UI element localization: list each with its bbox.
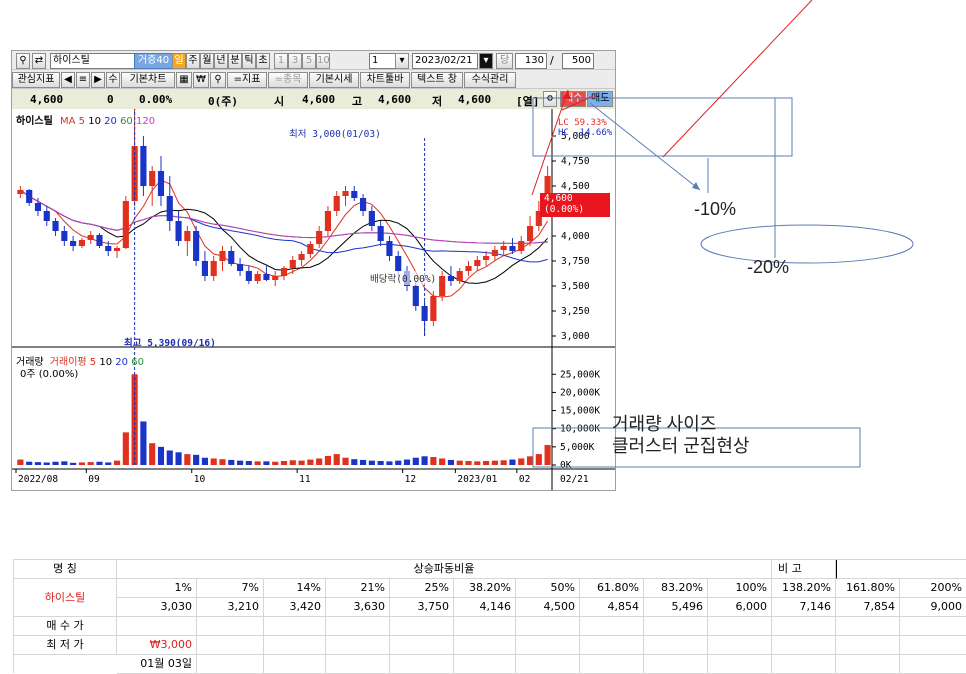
ratio-cell[interactable]: 7%	[197, 579, 264, 598]
header-ratio-cell[interactable]: 상승파동비율	[117, 560, 772, 579]
price-cell[interactable]: 5,496	[644, 598, 708, 617]
ratio-cell[interactable]: 138.20%	[772, 579, 836, 598]
ratio-cell[interactable]: 1%	[117, 579, 197, 598]
price-cell[interactable]: 3,420	[264, 598, 326, 617]
empty-cell[interactable]	[516, 617, 580, 636]
ratio-cell[interactable]: 50%	[516, 579, 580, 598]
ratio-cell[interactable]: 200%	[900, 579, 966, 598]
empty-cell[interactable]	[454, 617, 516, 636]
empty-cell[interactable]	[580, 617, 644, 636]
empty-cell[interactable]	[264, 617, 326, 636]
empty-cell[interactable]	[390, 636, 454, 655]
empty-cell[interactable]	[197, 636, 264, 655]
price-cell[interactable]: 7,854	[836, 598, 900, 617]
arrow-to-minus10	[589, 102, 701, 191]
low-price-label-cell[interactable]: 최 저 가	[14, 636, 117, 655]
empty-cell[interactable]	[580, 636, 644, 655]
empty-cell[interactable]	[516, 655, 580, 674]
empty-cell[interactable]	[326, 636, 390, 655]
empty-cell[interactable]	[644, 617, 708, 636]
volume-note-line2: 클러스터 군집현상	[612, 436, 750, 456]
red-arrowhead-1	[562, 90, 571, 99]
ratio-cell[interactable]: 38.20%	[454, 579, 516, 598]
empty-cell[interactable]	[454, 636, 516, 655]
empty-cell[interactable]	[390, 655, 454, 674]
ratio-table: 명 칭 상승파동비율 비 고하이스틸 1% 3,030 7% 3,210 14% 3,420 21…	[13, 559, 966, 674]
price-cell[interactable]: 6,000	[708, 598, 772, 617]
empty-cell[interactable]	[644, 655, 708, 674]
price-cell[interactable]: 3,630	[326, 598, 390, 617]
level-ellipse	[700, 224, 914, 264]
empty-cell[interactable]	[708, 636, 772, 655]
ratio-cell[interactable]: 83.20%	[644, 579, 708, 598]
empty-cell[interactable]	[836, 617, 900, 636]
empty-cell[interactable]	[772, 636, 836, 655]
empty-cell[interactable]	[900, 655, 966, 674]
red-arrow-2	[662, 0, 813, 158]
minus20-label: -20%	[747, 257, 790, 277]
empty-cell[interactable]	[516, 636, 580, 655]
price-cell[interactable]: 4,500	[516, 598, 580, 617]
red-arrow-1	[531, 89, 569, 196]
empty-cell[interactable]	[580, 655, 644, 674]
empty-cell[interactable]	[836, 636, 900, 655]
stock-name-cell[interactable]: 하이스틸	[14, 579, 117, 617]
ratio-cell[interactable]: 161.80%	[836, 579, 900, 598]
price-cell[interactable]: 7,146	[772, 598, 836, 617]
empty-cell[interactable]	[772, 617, 836, 636]
volume-note-line1: 거래량 사이즈	[612, 414, 717, 434]
arrowhead-minus10	[692, 182, 700, 190]
price-cell[interactable]: 4,854	[580, 598, 644, 617]
empty-cell[interactable]	[390, 617, 454, 636]
price-cell[interactable]: 3,210	[197, 598, 264, 617]
price-cell[interactable]: 3,750	[390, 598, 454, 617]
empty-cell[interactable]	[900, 636, 966, 655]
price-cell[interactable]: 9,000	[900, 598, 966, 617]
price-cell[interactable]: 3,030	[117, 598, 197, 617]
low-date-cell[interactable]: 01월 03일	[117, 655, 197, 674]
empty-cell[interactable]	[644, 636, 708, 655]
volume-cluster-note: 거래량 사이즈 클러스터 군집현상	[612, 413, 749, 457]
ratio-cell[interactable]: 14%	[264, 579, 326, 598]
header-note-cell[interactable]: 비 고	[772, 560, 836, 579]
empty-cell[interactable]	[264, 655, 326, 674]
empty-cell[interactable]	[836, 655, 900, 674]
ratio-cell[interactable]: 25%	[390, 579, 454, 598]
empty-cell[interactable]	[197, 655, 264, 674]
empty-cell[interactable]	[326, 617, 390, 636]
empty-cell[interactable]	[708, 655, 772, 674]
empty-cell[interactable]	[197, 617, 264, 636]
empty-cell[interactable]	[708, 617, 772, 636]
empty-cell[interactable]	[772, 655, 836, 674]
level-box	[532, 97, 793, 157]
buy-price-label-cell[interactable]: 매 수 가	[14, 617, 117, 636]
ratio-cell[interactable]: 21%	[326, 579, 390, 598]
minus10-label: -10%	[694, 199, 737, 219]
price-cell[interactable]: 4,146	[454, 598, 516, 617]
empty-cell[interactable]	[454, 655, 516, 674]
header-name-cell[interactable]: 명 칭	[14, 560, 117, 579]
header-blank-cell[interactable]	[836, 560, 966, 579]
empty-cell[interactable]	[900, 617, 966, 636]
low-price-cell[interactable]: ₩3,000	[117, 636, 197, 655]
empty-cell[interactable]	[117, 617, 197, 636]
empty-cell[interactable]	[264, 636, 326, 655]
empty-cell[interactable]	[326, 655, 390, 674]
ratio-cell[interactable]: 100%	[708, 579, 772, 598]
annotation-overlay	[531, 0, 914, 468]
ratio-cell[interactable]: 61.80%	[580, 579, 644, 598]
